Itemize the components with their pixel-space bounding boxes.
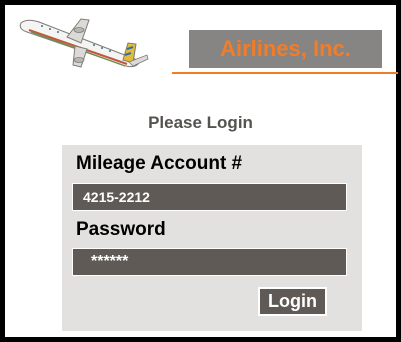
- brand-underline: [172, 72, 398, 74]
- login-title: Please Login: [148, 113, 253, 132]
- brand-banner: Airlines, Inc.: [189, 30, 382, 68]
- account-input[interactable]: [72, 183, 347, 211]
- account-label: Mileage Account #: [76, 153, 243, 174]
- login-panel: Mileage Account # Password Login: [62, 145, 362, 331]
- brand-name: Airlines, Inc.: [220, 36, 351, 61]
- login-button[interactable]: Login: [258, 287, 327, 316]
- password-label: Password: [76, 219, 166, 240]
- page-frame: Airlines, Inc. Please Login Mileage Acco…: [5, 5, 398, 337]
- password-input[interactable]: [72, 248, 347, 276]
- airplane-icon: [19, 18, 149, 68]
